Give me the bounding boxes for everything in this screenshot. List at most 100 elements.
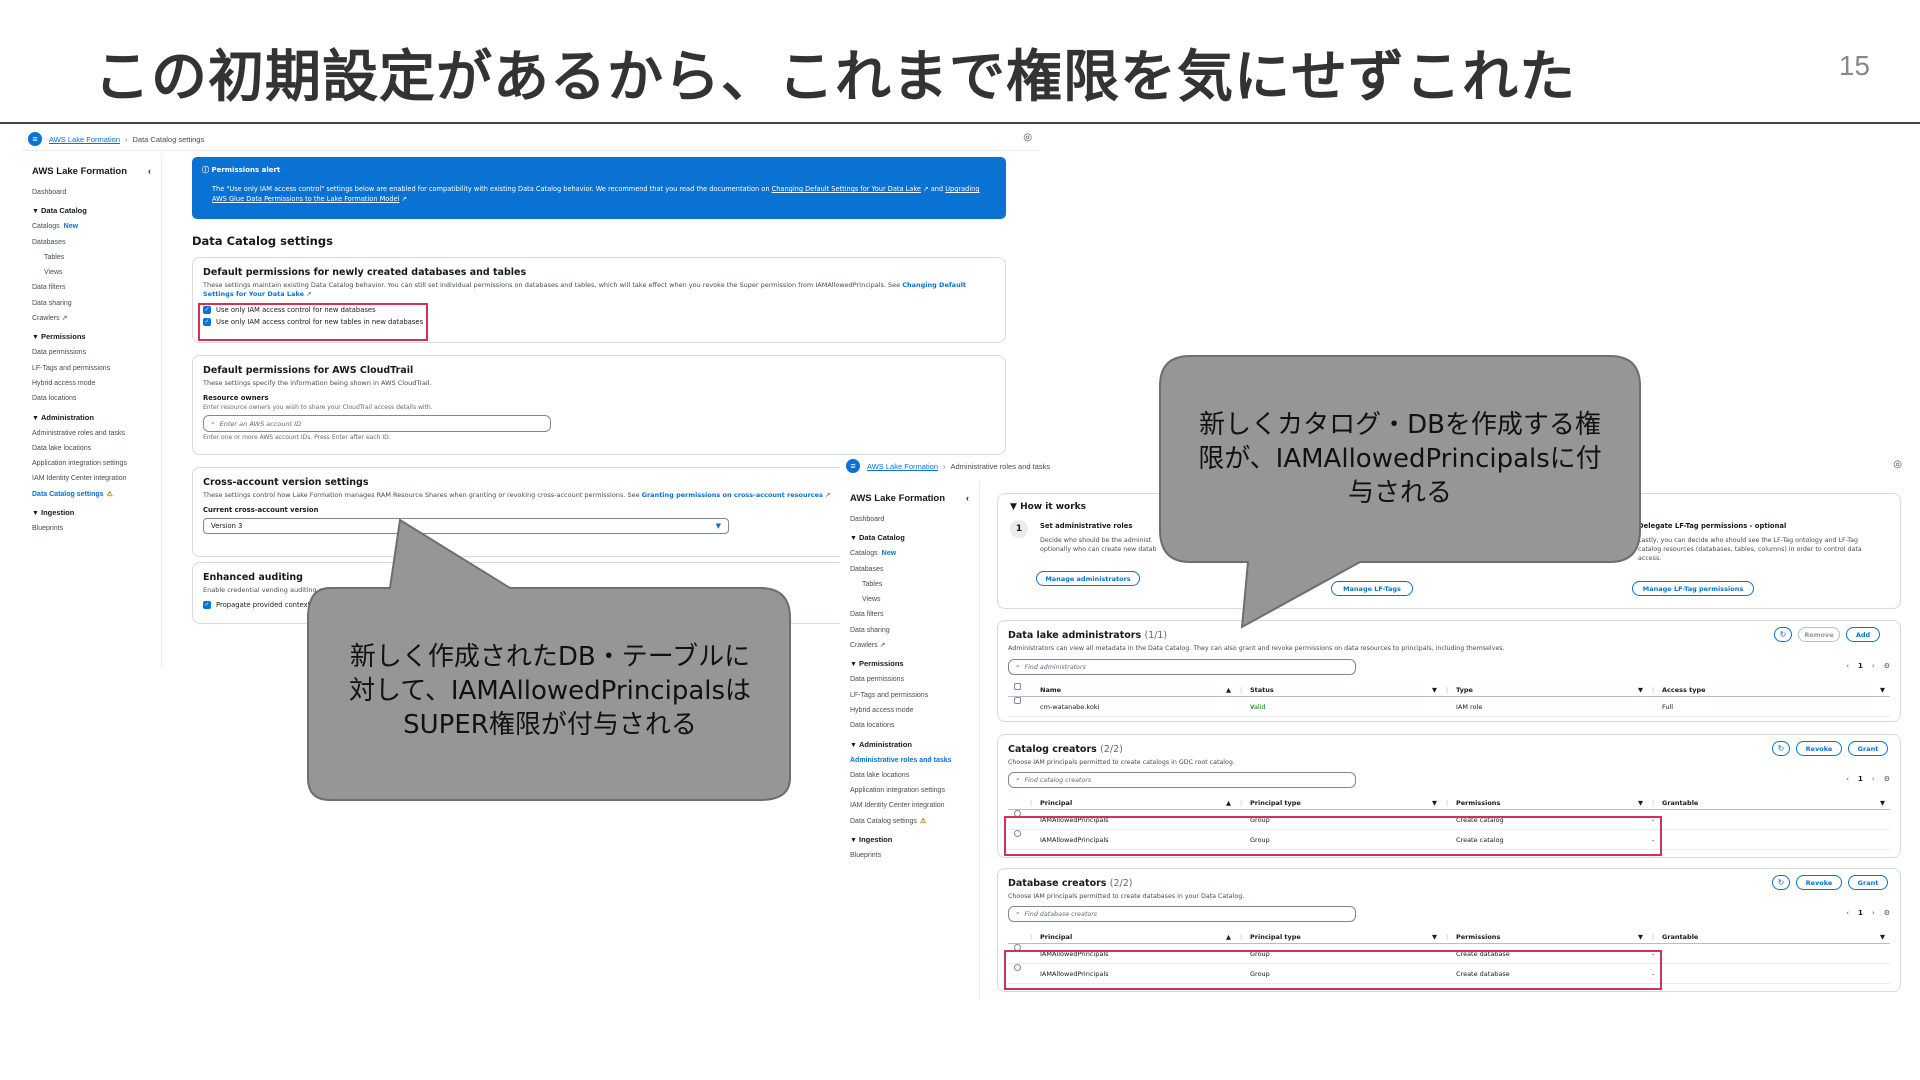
sort-icon[interactable]: ▲ — [1226, 796, 1231, 810]
sidebar-section-administration[interactable]: ▼ Administration — [32, 410, 161, 426]
menu-icon[interactable]: ≡ — [846, 459, 860, 473]
sidebar-item-iam-ic[interactable]: IAM Identity Center integration — [850, 798, 979, 813]
sidebar-item-catalogs[interactable]: Catalogs New — [850, 546, 979, 561]
settings-icon[interactable]: ◎ — [1023, 132, 1032, 143]
sort-icon[interactable]: ▼ — [1880, 683, 1885, 697]
sidebar-section-data-catalog[interactable]: ▼ Data Catalog — [32, 203, 161, 219]
sort-icon[interactable]: ▼ — [1638, 683, 1643, 697]
sidebar-section-permissions[interactable]: ▼ Permissions — [850, 656, 979, 672]
sidebar-item-crawlers[interactable]: Crawlers ↗ — [32, 311, 161, 326]
revoke-button[interactable]: Revoke — [1796, 875, 1842, 890]
add-button[interactable]: Add — [1846, 627, 1880, 642]
sidebar-item-lake-locations[interactable]: Data lake locations — [32, 441, 161, 456]
sidebar-section-ingestion[interactable]: ▼ Ingestion — [850, 832, 979, 848]
sort-icon[interactable]: ▲ — [1226, 930, 1231, 944]
find-database-creators-input[interactable]: ⌕ Find database creators — [1008, 906, 1356, 922]
sidebar-item-hybrid[interactable]: Hybrid access mode — [850, 703, 979, 718]
grant-button[interactable]: Grant — [1848, 741, 1888, 756]
sort-icon[interactable]: ▼ — [1638, 796, 1643, 810]
sidebar-item-data-filters[interactable]: Data filters — [32, 280, 161, 295]
chevron-right-icon[interactable]: › — [1872, 775, 1875, 783]
sidebar-item-data-locations[interactable]: Data locations — [850, 718, 979, 733]
chevron-left-icon[interactable]: ‹ — [1846, 775, 1849, 783]
gear-icon[interactable]: ⚙ — [1884, 662, 1890, 670]
sidebar-section-ingestion[interactable]: ▼ Ingestion — [32, 505, 161, 521]
column-header[interactable]: Principal — [1040, 796, 1072, 810]
sort-icon[interactable]: ▼ — [1638, 930, 1643, 944]
sidebar-item-admin-roles[interactable]: Administrative roles and tasks — [32, 426, 161, 441]
sort-icon[interactable]: ▼ — [1432, 683, 1437, 697]
sidebar-item-tables[interactable]: Tables — [850, 577, 979, 592]
sidebar-item-iam-ic[interactable]: IAM Identity Center integration — [32, 471, 161, 486]
cross-account-link[interactable]: Granting permissions on cross-account re… — [642, 491, 823, 499]
sort-icon[interactable]: ▼ — [1880, 796, 1885, 810]
sort-icon[interactable]: ▼ — [1432, 930, 1437, 944]
sidebar-item-data-sharing[interactable]: Data sharing — [850, 623, 979, 638]
find-administrators-input[interactable]: ⌕ Find administrators — [1008, 659, 1356, 675]
refresh-icon[interactable]: ↻ — [1772, 875, 1790, 890]
column-header[interactable]: Type — [1456, 683, 1473, 697]
sidebar-item-catalogs[interactable]: Catalogs New — [32, 219, 161, 234]
sidebar-item-admin-roles[interactable]: Administrative roles and tasks — [850, 753, 979, 768]
sidebar-item-lake-locations[interactable]: Data lake locations — [850, 768, 979, 783]
sidebar-item-hybrid[interactable]: Hybrid access mode — [32, 376, 161, 391]
sidebar-section-permissions[interactable]: ▼ Permissions — [32, 329, 161, 345]
sidebar-item-data-locations[interactable]: Data locations — [32, 391, 161, 406]
column-header[interactable]: Permissions — [1456, 796, 1500, 810]
sidebar-item-lf-tags[interactable]: LF-Tags and permissions — [32, 361, 161, 376]
checkbox-checked-icon[interactable]: ✓ — [203, 601, 211, 609]
column-header[interactable]: Principal type — [1250, 930, 1301, 944]
sidebar-item-blueprints[interactable]: Blueprints — [32, 521, 161, 536]
collapse-icon[interactable]: ‹ — [148, 166, 151, 177]
sort-icon[interactable]: ▼ — [1880, 930, 1885, 944]
gear-icon[interactable]: ⚙ — [1884, 909, 1890, 917]
breadcrumb-root[interactable]: AWS Lake Formation — [49, 135, 120, 144]
sidebar-item-data-permissions[interactable]: Data permissions — [32, 345, 161, 360]
column-header[interactable]: Name — [1040, 683, 1061, 697]
column-header[interactable]: Access type — [1662, 683, 1706, 697]
sort-icon[interactable]: ▲ — [1226, 683, 1231, 697]
select-all-checkbox[interactable] — [1014, 683, 1021, 690]
sidebar-item-views[interactable]: Views — [850, 592, 979, 607]
grant-button[interactable]: Grant — [1848, 875, 1888, 890]
sidebar-item-data-permissions[interactable]: Data permissions — [850, 672, 979, 687]
sidebar-item-databases[interactable]: Databases — [850, 562, 979, 577]
collapse-icon[interactable]: ‹ — [966, 493, 969, 504]
sidebar-item-app-integration[interactable]: Application integration settings — [850, 783, 979, 798]
find-catalog-creators-input[interactable]: ⌕ Find catalog creators — [1008, 772, 1356, 788]
remove-button[interactable]: Remove — [1798, 627, 1840, 642]
gear-icon[interactable]: ⚙ — [1884, 775, 1890, 783]
breadcrumb-root[interactable]: AWS Lake Formation — [867, 462, 938, 471]
sidebar-item-app-integration[interactable]: Application integration settings — [32, 456, 161, 471]
sidebar-section-data-catalog[interactable]: ▼ Data Catalog — [850, 530, 979, 546]
sidebar-item-dashboard[interactable]: Dashboard — [32, 185, 161, 200]
chevron-left-icon[interactable]: ‹ — [1846, 662, 1849, 670]
chevron-right-icon[interactable]: › — [1872, 662, 1875, 670]
manage-administrators-button[interactable]: Manage administrators — [1036, 571, 1140, 586]
alert-link-1[interactable]: Changing Default Settings for Your Data … — [772, 185, 921, 193]
chevron-right-icon[interactable]: › — [1872, 909, 1875, 917]
column-header[interactable]: Principal type — [1250, 796, 1301, 810]
sidebar-item-databases[interactable]: Databases — [32, 235, 161, 250]
chevron-left-icon[interactable]: ‹ — [1846, 909, 1849, 917]
refresh-icon[interactable]: ↻ — [1774, 627, 1792, 642]
sidebar-section-administration[interactable]: ▼ Administration — [850, 737, 979, 753]
column-header[interactable]: Permissions — [1456, 930, 1500, 944]
sidebar-item-crawlers[interactable]: Crawlers ↗ — [850, 638, 979, 653]
sidebar-item-tables[interactable]: Tables — [32, 250, 161, 265]
refresh-icon[interactable]: ↻ — [1772, 741, 1790, 756]
sidebar-item-data-sharing[interactable]: Data sharing — [32, 296, 161, 311]
sidebar-item-lf-tags[interactable]: LF-Tags and permissions — [850, 688, 979, 703]
revoke-button[interactable]: Revoke — [1796, 741, 1842, 756]
column-header[interactable]: Principal — [1040, 930, 1072, 944]
settings-icon[interactable]: ◎ — [1893, 459, 1902, 470]
sidebar-item-blueprints[interactable]: Blueprints — [850, 848, 979, 863]
sidebar-item-dashboard[interactable]: Dashboard — [850, 512, 979, 527]
account-id-input[interactable]: ⌕ Enter an AWS account ID — [203, 415, 551, 432]
column-header[interactable]: Grantable — [1662, 930, 1698, 944]
sidebar-item-catalog-settings[interactable]: Data Catalog settings ⚠ — [32, 487, 161, 502]
menu-icon[interactable]: ≡ — [28, 132, 42, 146]
manage-lf-tag-permissions-button[interactable]: Manage LF-Tag permissions — [1632, 581, 1754, 596]
sidebar-item-data-filters[interactable]: Data filters — [850, 607, 979, 622]
how-it-works-title[interactable]: ▼ How it works — [1010, 502, 1086, 512]
